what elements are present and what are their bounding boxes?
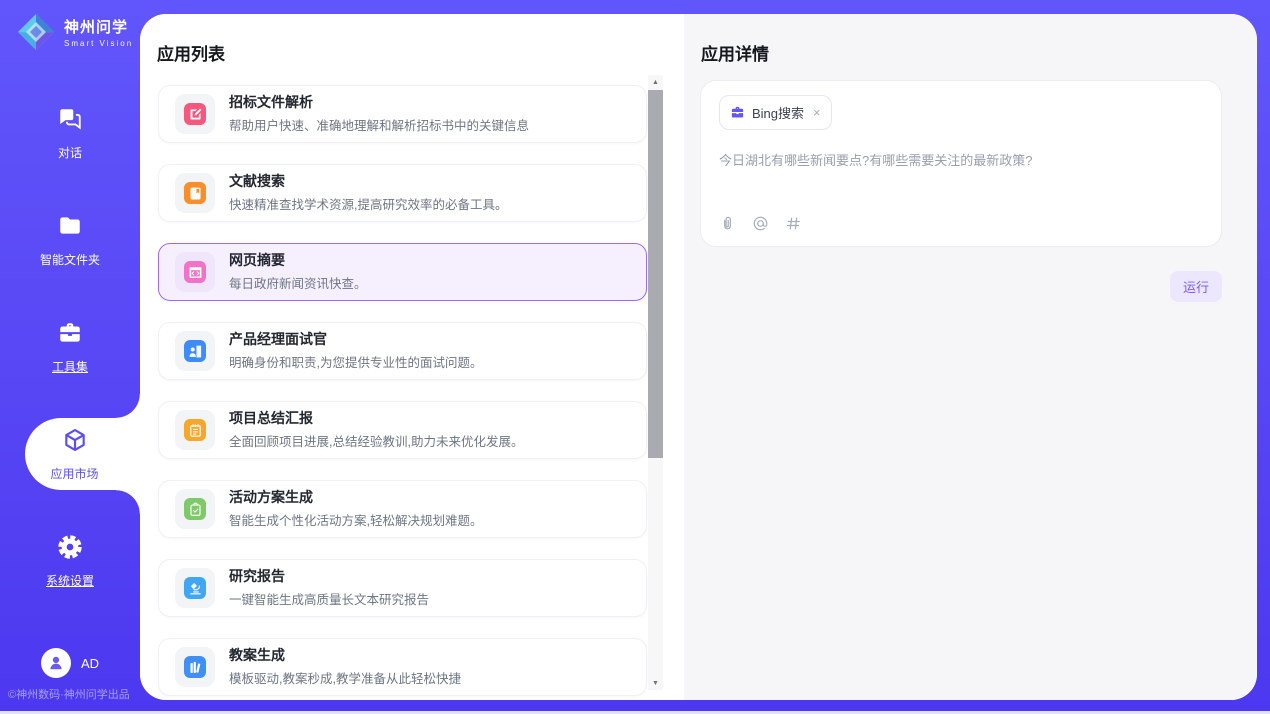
sidebar-item-label: 系统设置: [46, 572, 94, 589]
query-text[interactable]: 今日湖北有哪些新闻要点?有哪些需要关注的最新政策?: [719, 151, 1203, 171]
app-icon-box: [175, 647, 215, 687]
run-button[interactable]: 运行: [1170, 271, 1222, 302]
app-icon: [184, 577, 206, 599]
app-detail-panel: 应用详情 Bing搜索 × 今日湖北有哪些新闻要点?有哪些需要关注的最新政策? …: [684, 14, 1257, 700]
app-card-title: 活动方案生成: [229, 489, 482, 507]
app-card[interactable]: 招标文件解析 帮助用户快速、准确地理解和解析招标书中的关键信息: [158, 85, 647, 143]
app-card[interactable]: 项目总结汇报 全面回顾项目进展,总结经验教训,助力未来优化发展。: [158, 401, 647, 459]
sidebar-nav: 对话 智能文件夹 工具集 应用市场 系统设置: [0, 97, 140, 597]
app-card[interactable]: 文献搜索 快速精准查找学术资源,提高研究效率的必备工具。: [158, 164, 647, 222]
sidebar-item-label: 智能文件夹: [40, 251, 100, 268]
app-icon: [184, 498, 206, 520]
scrollbar-thumb[interactable]: [648, 90, 663, 458]
toolbar-icon[interactable]: [785, 215, 802, 232]
app-card-title: 产品经理面试官: [229, 331, 482, 349]
sidebar-item-label: 对话: [58, 144, 82, 161]
app-card-title: 网页摘要: [229, 252, 367, 270]
app-icon-box: [175, 568, 215, 608]
app-card-description: 每日政府新闻资讯快查。: [229, 273, 367, 292]
sidebar-item-icon: [57, 534, 83, 565]
sidebar-item-icon: [57, 320, 83, 351]
app-card-list: 招标文件解析 帮助用户快速、准确地理解和解析招标书中的关键信息 文献搜索 快速精…: [158, 85, 647, 700]
app-card-description: 全面回顾项目进展,总结经验教训,助力未来优化发展。: [229, 431, 523, 450]
app-card[interactable]: 网页摘要 每日政府新闻资讯快查。: [158, 243, 647, 301]
scrollbar-up-arrow-icon[interactable]: ▲: [648, 75, 663, 89]
sidebar-item-icon: [62, 427, 88, 458]
app-detail-title: 应用详情: [701, 40, 769, 65]
app-card-title: 文献搜索: [229, 173, 507, 191]
sidebar-item[interactable]: 对话: [0, 97, 140, 169]
toolbar-icon[interactable]: [719, 215, 736, 232]
app-card-description: 帮助用户快速、准确地理解和解析招标书中的关键信息: [229, 115, 529, 134]
sidebar-item[interactable]: 系统设置: [0, 525, 140, 597]
sidebar: 神州问学 Smart Vision 对话 智能文件夹 工具集 应用市场 系统设置: [0, 0, 140, 714]
copyright-footer: ©神州数码·神州问学出品: [8, 686, 130, 702]
sidebar-item[interactable]: 工具集: [0, 311, 140, 383]
tool-tag-label: Bing搜索: [752, 103, 804, 122]
prompt-input-card[interactable]: Bing搜索 × 今日湖北有哪些新闻要点?有哪些需要关注的最新政策?: [700, 80, 1222, 247]
app-icon-box: [175, 489, 215, 529]
app-icon-box: [175, 410, 215, 450]
app-icon: [184, 103, 206, 125]
app-icon-box: [175, 173, 215, 213]
app-card[interactable]: 产品经理面试官 明确身份和职责,为您提供专业性的面试问题。: [158, 322, 647, 380]
toolbar-icon[interactable]: [752, 215, 769, 232]
app-icon: [184, 656, 206, 678]
app-card-description: 一键智能生成高质量长文本研究报告: [229, 589, 429, 608]
briefcase-icon: [730, 105, 745, 120]
brand-subtitle: Smart Vision: [64, 39, 133, 48]
app-card-description: 明确身份和职责,为您提供专业性的面试问题。: [229, 352, 482, 371]
app-icon-box: [175, 252, 215, 292]
app-list-title: 应用列表: [157, 40, 225, 65]
sidebar-item-label: 工具集: [52, 358, 88, 375]
app-card-title: 项目总结汇报: [229, 410, 523, 428]
app-icon: [184, 261, 206, 283]
app-card-title: 教案生成: [229, 647, 461, 665]
tag-close-icon[interactable]: ×: [813, 106, 821, 119]
app-icon: [184, 419, 206, 441]
app-list-panel: 应用列表 招标文件解析 帮助用户快速、准确地理解和解析招标书中的关键信息: [140, 14, 684, 700]
sidebar-item[interactable]: 应用市场: [25, 418, 140, 490]
app-card-description: 智能生成个性化活动方案,轻松解决规划难题。: [229, 510, 482, 529]
app-card[interactable]: 活动方案生成 智能生成个性化活动方案,轻松解决规划难题。: [158, 480, 647, 538]
app-icon-box: [175, 94, 215, 134]
app-icon: [184, 182, 206, 204]
app-icon: [184, 340, 206, 362]
app-card-title: 招标文件解析: [229, 94, 529, 112]
user-name: AD: [81, 656, 99, 671]
sidebar-item-icon: [57, 213, 83, 244]
sidebar-item[interactable]: 智能文件夹: [0, 204, 140, 276]
diamond-logo-icon: [16, 12, 56, 52]
tool-tag-bing-search[interactable]: Bing搜索 ×: [719, 95, 832, 130]
input-toolbar: [719, 215, 802, 232]
app-card-title: 研究报告: [229, 568, 429, 586]
brand: 神州问学 Smart Vision: [16, 12, 133, 52]
brand-name: 神州问学: [64, 16, 133, 37]
app-icon-box: [175, 331, 215, 371]
app-card[interactable]: 研究报告 一键智能生成高质量长文本研究报告: [158, 559, 647, 617]
sidebar-item-icon: [57, 106, 83, 137]
scrollbar[interactable]: ▲ ▼: [648, 75, 663, 690]
scrollbar-down-arrow-icon[interactable]: ▼: [648, 676, 663, 690]
app-card-description: 模板驱动,教案秒成,教学准备从此轻松快捷: [229, 668, 461, 687]
main-container: 应用列表 招标文件解析 帮助用户快速、准确地理解和解析招标书中的关键信息: [140, 14, 1257, 700]
user-avatar-icon: [41, 648, 71, 678]
user-box[interactable]: AD: [0, 648, 140, 678]
sidebar-item-label: 应用市场: [50, 465, 98, 482]
app-card-description: 快速精准查找学术资源,提高研究效率的必备工具。: [229, 194, 507, 213]
app-card[interactable]: 教案生成 模板驱动,教案秒成,教学准备从此轻松快捷: [158, 638, 647, 696]
